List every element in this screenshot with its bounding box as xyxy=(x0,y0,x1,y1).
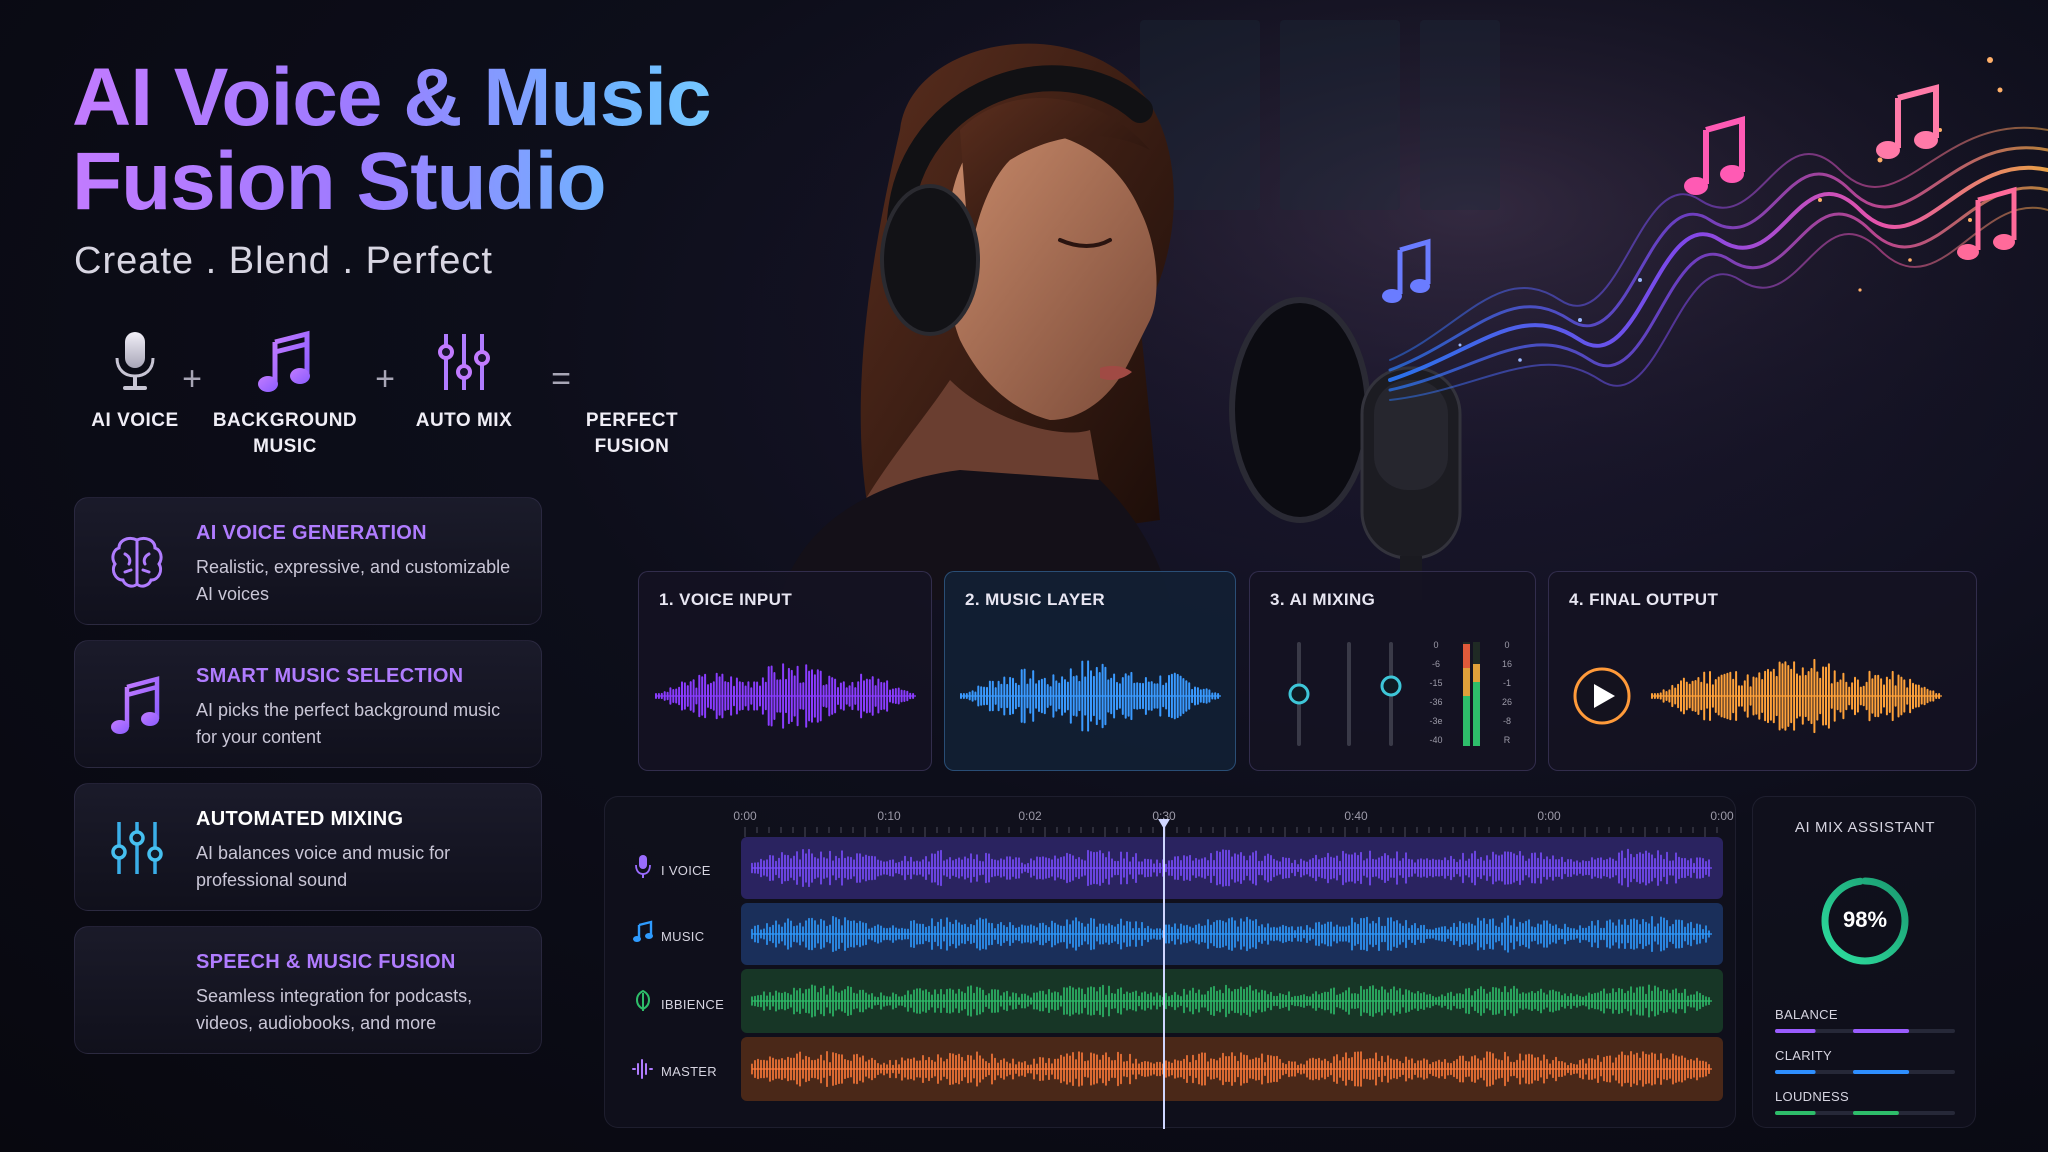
microphone-icon xyxy=(635,855,651,878)
step-voice-input[interactable]: 1. VOICE INPUT xyxy=(638,571,932,771)
step-final-output[interactable]: 4. FINAL OUTPUT xyxy=(1548,571,1977,771)
page-title: AI Voice & Music Fusion Studio xyxy=(72,56,792,224)
metric-bar-fill xyxy=(1853,1111,1899,1115)
feature-title: AUTOMATED MIXING xyxy=(196,808,404,830)
final-output-player xyxy=(1573,658,1942,734)
feature-card-ai-voice-generation[interactable]: AI VOICE GENERATION Realistic, expressiv… xyxy=(74,497,542,625)
feature-card-speech-music-fusion[interactable]: SPEECH & MUSIC FUSION Seamless integrati… xyxy=(74,926,542,1054)
play-button[interactable] xyxy=(1573,667,1631,725)
feature-description: Seamless integration for podcasts, video… xyxy=(196,986,473,1033)
track-label-ambience: IBBIENCE xyxy=(661,997,725,1012)
assistant-graphics xyxy=(1775,877,1955,1115)
mixer-sliders-icon xyxy=(438,334,490,390)
metric-bar-fill xyxy=(1775,1111,1816,1115)
page-subtitle: Create . Blend . Perfect xyxy=(74,240,493,282)
studio-page: AI Voice & Music Fusion Studio Create . … xyxy=(0,0,2048,1152)
feature-description: AI balances voice and music for professi… xyxy=(196,843,451,890)
formula-perfect-fusion: PERFECT FUSION xyxy=(557,330,707,460)
meter-scale-label: R xyxy=(1504,735,1511,745)
feature-title: AI VOICE GENERATION xyxy=(196,522,427,544)
meter-scale-label: 26 xyxy=(1502,697,1512,707)
metric-bar-fill xyxy=(1853,1029,1910,1033)
level-meter xyxy=(1463,642,1480,746)
fusion-formula: AI VOICE + BACKGROUND MUSIC + AUTO MIX = xyxy=(60,330,700,470)
mix-score: 98% xyxy=(1842,907,1888,932)
track-label-voice: I VOICE xyxy=(661,863,711,878)
hero-image xyxy=(760,0,2048,600)
meter-scale-label: 0 xyxy=(1433,640,1438,650)
title-line-2: Fusion Studio xyxy=(72,136,606,227)
formula-label: BACKGROUND MUSIC xyxy=(212,410,358,457)
feature-card-automated-mixing[interactable]: AUTOMATED MIXING AI balances voice and m… xyxy=(74,783,542,911)
waveform-icon xyxy=(107,963,167,1019)
formula-auto-mix: AUTO MIX xyxy=(389,330,539,434)
meter-scale-label: 0 xyxy=(1504,640,1509,650)
track-label-music: MUSIC xyxy=(661,929,705,944)
metric-bar-fill xyxy=(1775,1029,1816,1033)
metric-label-clarity: CLARITY xyxy=(1775,1048,1833,1063)
feature-title: SMART MUSIC SELECTION xyxy=(196,665,464,687)
fader-right[interactable] xyxy=(1380,642,1402,746)
mixer-sliders-icon xyxy=(111,822,163,874)
fader-left[interactable] xyxy=(1288,642,1310,746)
step-ai-mixing[interactable]: 3. AI MIXING 0 -6 -15 -36 -3e -40 0 16 -… xyxy=(1249,571,1536,771)
meter-scale-label: -36 xyxy=(1429,697,1442,707)
timeline-tracks xyxy=(632,819,1723,1129)
meter-scale-label: -1 xyxy=(1503,678,1511,688)
waveform-icon xyxy=(632,1059,653,1079)
voice-input-waveform xyxy=(655,663,916,729)
step-music-layer[interactable]: 2. MUSIC LAYER xyxy=(944,571,1236,771)
metric-bar-fill xyxy=(1775,1070,1816,1074)
mixing-console: 0 -6 -15 -36 -3e -40 0 16 -1 26 -8 R xyxy=(1288,640,1512,746)
feature-title: SPEECH & MUSIC FUSION xyxy=(196,951,456,973)
metric-label-balance: BALANCE xyxy=(1775,1007,1838,1022)
meter-scale-label: -8 xyxy=(1503,716,1511,726)
formula-label: PERFECT FUSION xyxy=(585,410,679,457)
track-label-master: MASTER xyxy=(661,1064,717,1079)
multitrack-timeline[interactable]: 0:00 0:10 0:02 0:30 0:40 0:00 0:00 I VOI… xyxy=(604,796,1736,1129)
ambience-leaf-icon xyxy=(636,989,650,1011)
meter-scale-label: 16 xyxy=(1502,659,1512,669)
feature-description: Realistic, expressive, and customizable … xyxy=(196,557,511,604)
metric-bar-fill xyxy=(1853,1070,1910,1074)
ai-mix-assistant-panel[interactable]: AI MIX ASSISTANT 98% BALANCE CLARITY LOU… xyxy=(1752,796,1976,1128)
fader-middle[interactable] xyxy=(1347,642,1351,746)
feature-card-smart-music-selection[interactable]: SMART MUSIC SELECTION AI picks the perfe… xyxy=(74,640,542,768)
waveform-icon xyxy=(599,332,665,392)
feature-description: AI picks the perfect background music fo… xyxy=(196,700,501,747)
music-layer-waveform xyxy=(960,660,1221,732)
meter-scale-label: -15 xyxy=(1429,678,1442,688)
music-note-icon xyxy=(258,330,310,392)
music-note-icon xyxy=(633,920,653,942)
brain-icon xyxy=(111,536,163,588)
metric-label-loudness: LOUDNESS xyxy=(1775,1089,1849,1104)
title-line-1: AI Voice & Music xyxy=(72,52,711,143)
meter-scale-label: -40 xyxy=(1429,735,1442,745)
formula-label: AUTO MIX xyxy=(415,410,513,431)
meter-scale-label: -6 xyxy=(1432,659,1440,669)
hero-illustration xyxy=(760,0,2048,600)
meter-scale-label: -3e xyxy=(1429,716,1442,726)
music-note-icon xyxy=(111,676,160,734)
